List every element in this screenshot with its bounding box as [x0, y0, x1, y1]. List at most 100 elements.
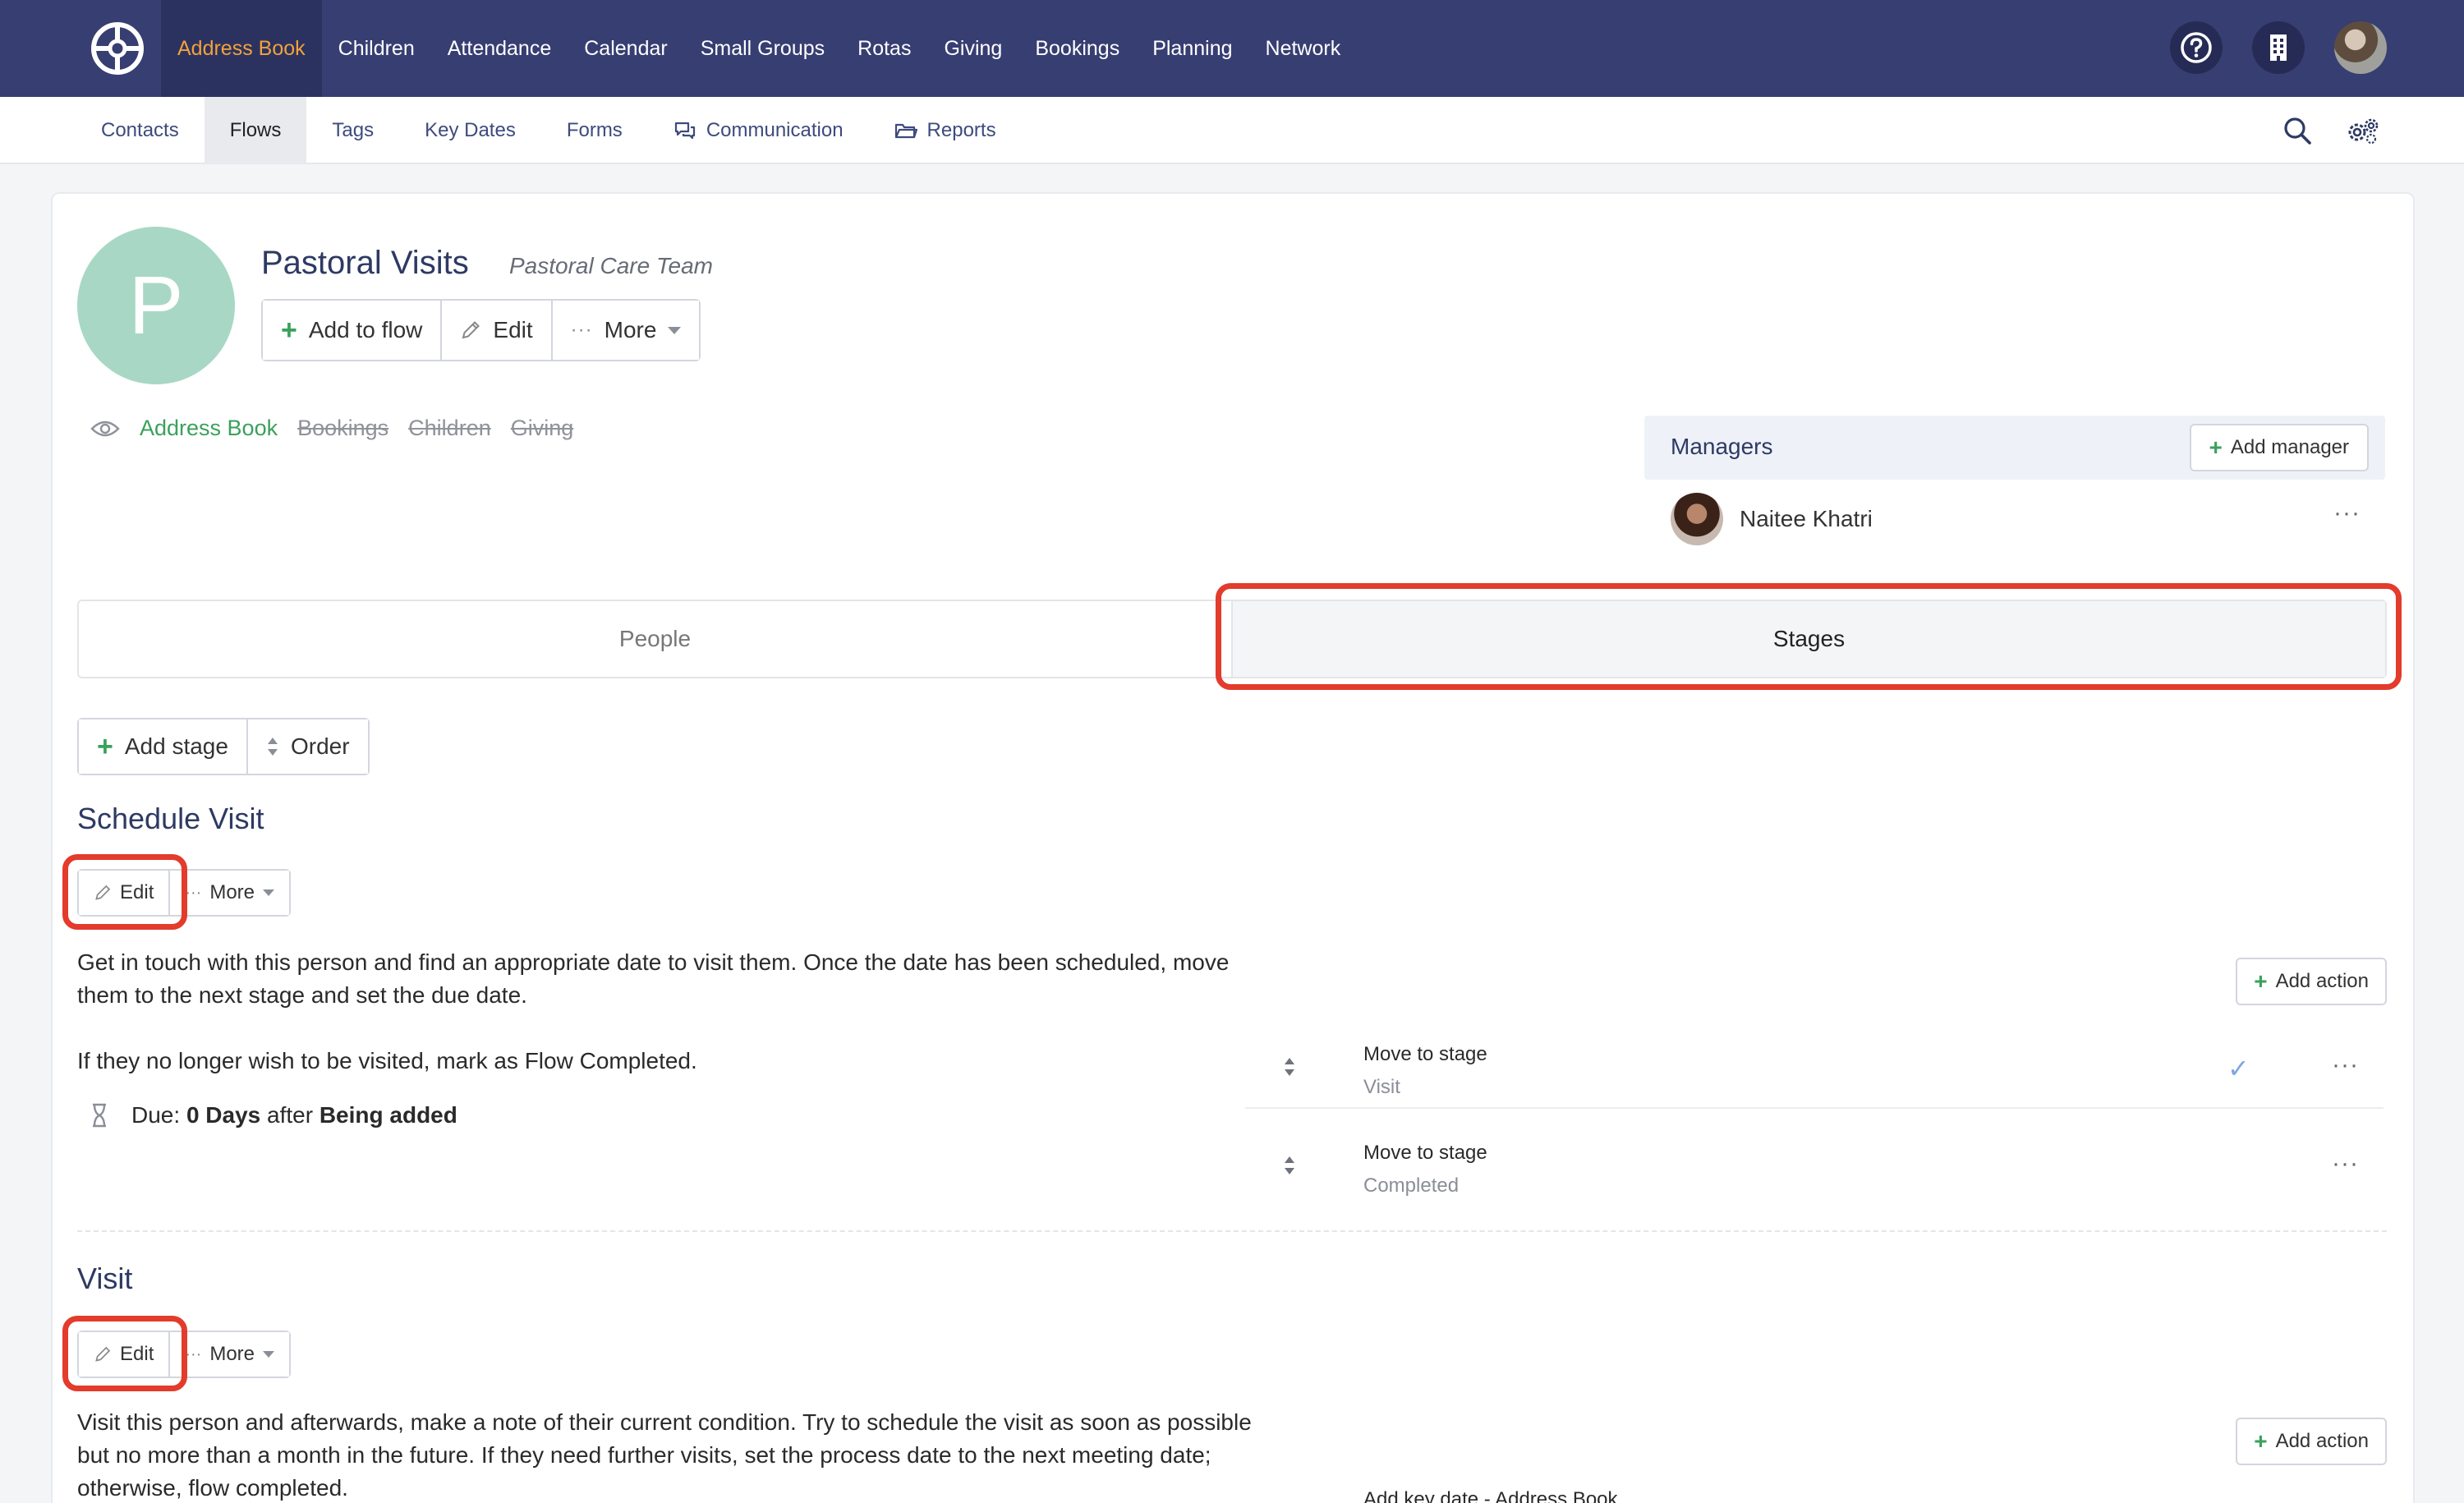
- subnav-key-dates[interactable]: Key Dates: [399, 97, 541, 164]
- more-stage-button[interactable]: ··· More: [168, 871, 290, 915]
- topnav-children[interactable]: Children: [322, 0, 431, 97]
- topnav-planning[interactable]: Planning: [1136, 0, 1248, 97]
- plus-icon: +: [2254, 1428, 2268, 1454]
- managers-panel: Managers + Add manager: [1644, 416, 2385, 480]
- app-logo-icon[interactable]: [90, 21, 145, 76]
- topnav-attendance[interactable]: Attendance: [431, 0, 568, 97]
- visibility-bookings[interactable]: Bookings: [297, 416, 388, 441]
- more-flow-label: More: [604, 317, 657, 342]
- tab-stages[interactable]: Stages: [1231, 601, 2385, 677]
- topnav-network[interactable]: Network: [1249, 0, 1358, 97]
- topnav-calendar[interactable]: Calendar: [568, 0, 683, 97]
- sub-navigation: Contacts Flows Tags Key Dates Forms Comm…: [0, 97, 2464, 164]
- more-stage-button[interactable]: ··· More: [168, 1332, 290, 1377]
- add-action-button[interactable]: + Add action: [2236, 1418, 2387, 1465]
- visibility-address-book[interactable]: Address Book: [140, 416, 278, 441]
- topnav-address-book[interactable]: Address Book: [161, 0, 322, 97]
- topnav-giving[interactable]: Giving: [927, 0, 1018, 97]
- topnav-small-groups[interactable]: Small Groups: [684, 0, 841, 97]
- eye-icon: [90, 421, 120, 436]
- top-navigation: Address Book Children Attendance Calenda…: [0, 0, 2464, 97]
- edit-stage-label: Edit: [120, 1343, 154, 1365]
- visibility-children[interactable]: Children: [408, 416, 491, 441]
- subnav-contacts[interactable]: Contacts: [76, 97, 205, 164]
- plus-icon: +: [2254, 968, 2268, 994]
- plus-icon: +: [281, 315, 297, 346]
- add-manager-button[interactable]: + Add manager: [2189, 424, 2369, 471]
- add-action-button[interactable]: + Add action: [2236, 958, 2387, 1005]
- action-value: Visit: [1363, 1076, 1400, 1098]
- add-action-label: Add action: [2275, 970, 2369, 992]
- flow-card: P Pastoral Visits Pastoral Care Team + A…: [51, 192, 2415, 1503]
- building-icon[interactable]: [2252, 21, 2305, 74]
- subnav-communication-label: Communication: [706, 119, 844, 141]
- topnav-bookings[interactable]: Bookings: [1018, 0, 1136, 97]
- more-stage-label: More: [209, 881, 255, 903]
- chat-icon: [674, 122, 695, 140]
- search-icon[interactable]: [2278, 112, 2316, 149]
- manager-options-icon[interactable]: ···: [2333, 499, 2361, 527]
- due-event: Being added: [319, 1102, 457, 1128]
- add-stage-label: Add stage: [124, 733, 228, 759]
- action-options-icon[interactable]: ···: [2332, 1150, 2359, 1178]
- subnav-flows-label: Flows: [229, 119, 282, 141]
- subnav-reports-label: Reports: [926, 119, 996, 141]
- caret-down-icon: [668, 326, 682, 334]
- due-prefix: Due:: [131, 1102, 181, 1128]
- add-to-flow-button[interactable]: + Add to flow: [263, 301, 441, 360]
- stage-description-note: If they no longer wish to be visited, ma…: [77, 1048, 697, 1073]
- stage-toolbar: + Add stage Order: [77, 718, 370, 775]
- flow-avatar: P: [77, 227, 235, 384]
- edit-flow-label: Edit: [493, 317, 533, 342]
- flow-team-label[interactable]: Pastoral Care Team: [509, 253, 713, 279]
- hourglass-icon: [93, 1103, 106, 1128]
- edit-flow-button[interactable]: Edit: [440, 301, 551, 360]
- drag-sort-icon[interactable]: [1283, 1155, 1296, 1176]
- stage-actions: Edit ··· More: [77, 1331, 292, 1378]
- more-stage-label: More: [209, 1343, 255, 1365]
- page-title: Pastoral Visits: [261, 245, 469, 281]
- subnav-tags[interactable]: Tags: [306, 97, 399, 164]
- edit-stage-button[interactable]: Edit: [79, 1332, 169, 1377]
- topnav-rotas[interactable]: Rotas: [841, 0, 927, 97]
- subnav-communication[interactable]: Communication: [648, 97, 869, 164]
- stage-description: Visit this person and afterwards, make a…: [77, 1409, 1252, 1501]
- add-action-label: Add action: [2275, 1430, 2369, 1452]
- caret-down-icon: [263, 889, 275, 896]
- subnav-flows[interactable]: Flows: [204, 97, 307, 164]
- tab-people[interactable]: People: [79, 601, 1231, 677]
- action-label: Move to stage: [1363, 1043, 1487, 1065]
- action-options-icon[interactable]: ···: [2332, 1051, 2359, 1079]
- ellipsis-icon: ···: [185, 1344, 202, 1363]
- user-avatar[interactable]: [2334, 21, 2387, 74]
- check-icon: ✓: [2227, 1054, 2250, 1083]
- action-value: Completed: [1363, 1174, 1460, 1197]
- module-visibility: Address Book Bookings Children Giving: [90, 416, 573, 441]
- subnav-forms[interactable]: Forms: [541, 97, 648, 164]
- visibility-giving[interactable]: Giving: [511, 416, 574, 441]
- plus-icon: +: [2209, 434, 2223, 460]
- divider: [1245, 1107, 2384, 1109]
- add-stage-button[interactable]: + Add stage: [79, 719, 246, 774]
- stage-actions: Edit ··· More: [77, 869, 292, 917]
- plus-icon: +: [97, 731, 113, 762]
- caret-down-icon: [263, 1351, 275, 1358]
- ellipsis-icon: ···: [570, 319, 593, 341]
- manager-name[interactable]: Naitee Khatri: [1740, 506, 1873, 532]
- order-stages-button[interactable]: Order: [246, 719, 368, 774]
- edit-stage-button[interactable]: Edit: [79, 871, 169, 915]
- help-icon[interactable]: [2170, 21, 2223, 74]
- action-label: Add key date - Address Book: [1363, 1488, 1618, 1503]
- subnav-contacts-label: Contacts: [101, 119, 179, 141]
- settings-icon[interactable]: [2344, 112, 2382, 149]
- stage-divider: [77, 1230, 2387, 1232]
- manager-row: Naitee Khatri ···: [1671, 493, 2385, 545]
- flow-tabs: People Stages: [77, 600, 2387, 678]
- drag-sort-icon[interactable]: [1283, 1056, 1296, 1078]
- subnav-reports[interactable]: Reports: [869, 97, 1022, 164]
- flow-actions: + Add to flow Edit ··· More: [261, 299, 701, 361]
- add-manager-label: Add manager: [2230, 436, 2349, 458]
- more-flow-button[interactable]: ··· More: [550, 301, 700, 360]
- sort-icon: [267, 738, 278, 756]
- due-relation: after: [267, 1102, 314, 1128]
